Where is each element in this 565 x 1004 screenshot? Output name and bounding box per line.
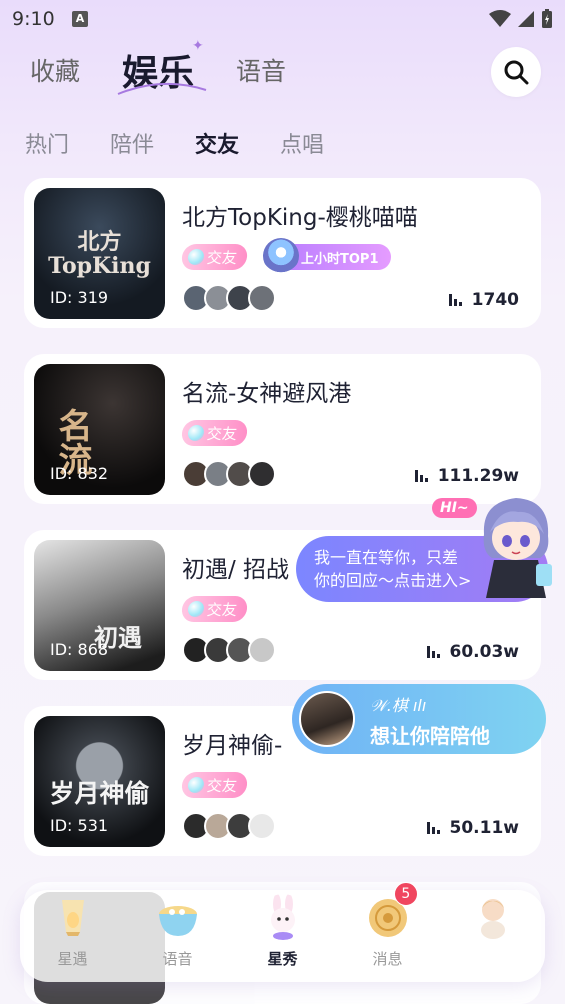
member-avatars xyxy=(182,284,276,312)
medal-icon xyxy=(263,238,300,274)
room-cover: 名流 ID: 832 xyxy=(34,364,165,495)
rank-badge-label: 上小时TOP1 xyxy=(301,251,379,267)
battery-icon xyxy=(542,9,552,28)
room-heat: 1740 xyxy=(448,290,519,310)
top-nav: 收藏 娱乐 ✦ 语音 xyxy=(0,38,565,100)
heat-icon xyxy=(414,470,428,482)
bottom-tab-me[interactable] xyxy=(440,890,545,982)
sub-nav: 热门 陪伴 交友 点唱 xyxy=(0,124,565,160)
wifi-icon xyxy=(489,10,511,27)
tag-label: 交友 xyxy=(206,248,238,267)
tab-voice[interactable]: 语音 xyxy=(236,52,286,88)
room-cover: 岁月神偷 ID: 531 xyxy=(34,716,165,847)
tag-label: 交友 xyxy=(206,600,238,619)
heat-value: 111.29w xyxy=(437,466,519,486)
avatar xyxy=(248,460,276,488)
member-avatars xyxy=(182,812,276,840)
heart-icon xyxy=(187,777,205,793)
avatar xyxy=(248,636,276,664)
bottom-tab-messages[interactable]: 5 消息 xyxy=(335,882,440,982)
tab-label: 消息 xyxy=(372,950,403,968)
heat-value: 50.11w xyxy=(449,818,519,838)
bottom-tab-star-show[interactable]: 星秀 xyxy=(230,890,335,982)
room-tags: 交友 xyxy=(180,596,249,622)
unread-badge: 5 xyxy=(393,882,418,906)
heat-icon xyxy=(426,646,440,658)
bottom-area: 星遇 语音 星秀 5 消息 xyxy=(0,864,565,1004)
tag-friends: 交友 xyxy=(180,596,249,622)
heart-icon xyxy=(187,601,205,617)
signal-icon xyxy=(518,11,534,27)
accompany-bubble[interactable]: 𝒲.棋 ılı 想让你陪陪他 xyxy=(292,684,546,754)
tab-label: 星秀 xyxy=(267,950,298,968)
sparkle-icon: ✦ xyxy=(192,38,204,54)
anime-boy-icon[interactable] xyxy=(478,494,554,598)
swoosh-icon xyxy=(117,82,207,95)
room-title: 初遇/ 招战 xyxy=(182,557,290,583)
room-tags: 交友 xyxy=(180,772,249,798)
room-cover: 北方 TopKing ID: 319 xyxy=(34,188,165,319)
cover-art-text: 岁月神偷 xyxy=(49,779,150,808)
tag-label: 交友 xyxy=(206,776,238,795)
subtab-friends[interactable]: 交友 xyxy=(195,127,239,159)
tag-friends: 交友 xyxy=(180,420,249,446)
user-avatar xyxy=(299,691,355,747)
subtab-companion[interactable]: 陪伴 xyxy=(110,127,154,159)
heat-value: 1740 xyxy=(471,290,519,310)
room-cover: 初遇 ID: 868 xyxy=(34,540,165,671)
room-title: 岁月神偷- xyxy=(182,733,283,759)
tab-collect[interactable]: 收藏 xyxy=(30,52,80,88)
avatar xyxy=(248,284,276,312)
status-time: 9:10 xyxy=(12,8,55,30)
room-heat: 60.03w xyxy=(426,642,519,662)
search-button[interactable] xyxy=(491,47,541,97)
status-icons xyxy=(489,9,553,29)
bottom-tab-star-meet[interactable]: 星遇 xyxy=(20,890,125,982)
member-avatars xyxy=(182,460,276,488)
notification-a-icon: A xyxy=(72,11,88,27)
heat-value: 60.03w xyxy=(449,642,519,662)
bottom-tab-bar: 星遇 语音 星秀 5 消息 xyxy=(20,882,545,982)
tab-label: 语音 xyxy=(162,950,193,968)
room-id: ID: 531 xyxy=(50,816,109,835)
room-card[interactable]: 北方 TopKing ID: 319 北方TopKing-樱桃喵喵 交友 上小时T… xyxy=(24,178,541,328)
rank-badge: 上小时TOP1 xyxy=(263,238,391,274)
subtab-song-request[interactable]: 点唱 xyxy=(280,127,324,159)
room-id: ID: 832 xyxy=(50,464,109,483)
member-avatars xyxy=(182,636,276,664)
status-bar: 9:10 A xyxy=(0,0,565,40)
tag-friends: 交友 xyxy=(180,772,249,798)
room-tags: 交友 xyxy=(180,420,249,446)
tag-label: 交友 xyxy=(206,424,238,443)
bunny-icon xyxy=(270,894,295,940)
tag-friends: 交友 xyxy=(180,244,249,270)
room-heat: 111.29w xyxy=(414,466,519,486)
room-title: 北方TopKing-樱桃喵喵 xyxy=(182,205,418,231)
heart-icon xyxy=(187,249,205,265)
heat-icon xyxy=(448,294,462,306)
subtab-hot[interactable]: 热门 xyxy=(25,127,69,159)
room-id: ID: 868 xyxy=(50,640,109,659)
room-heat: 50.11w xyxy=(426,818,519,838)
hi-badge: HI~ xyxy=(432,498,477,518)
tab-label: 星遇 xyxy=(57,950,88,968)
heart-icon xyxy=(187,425,205,441)
room-card[interactable]: 名流 ID: 832 名流-女神避风港 交友 111.29w xyxy=(24,354,541,504)
bottom-tab-voice[interactable]: 语音 xyxy=(125,890,230,982)
search-icon xyxy=(504,60,529,85)
avatar xyxy=(248,812,276,840)
baby-icon xyxy=(480,899,505,939)
bowl-icon xyxy=(158,906,197,936)
accompany-text: 想让你陪陪他 xyxy=(370,724,490,748)
user-name: 𝒲.棋 ılı xyxy=(370,696,427,715)
lantern-icon xyxy=(61,900,84,936)
heat-icon xyxy=(426,822,440,834)
room-id: ID: 319 xyxy=(50,288,109,307)
cover-art-text: 北方 TopKing xyxy=(48,229,151,279)
room-title: 名流-女神避风港 xyxy=(182,381,352,407)
room-tags: 交友 上小时TOP1 xyxy=(180,238,391,274)
